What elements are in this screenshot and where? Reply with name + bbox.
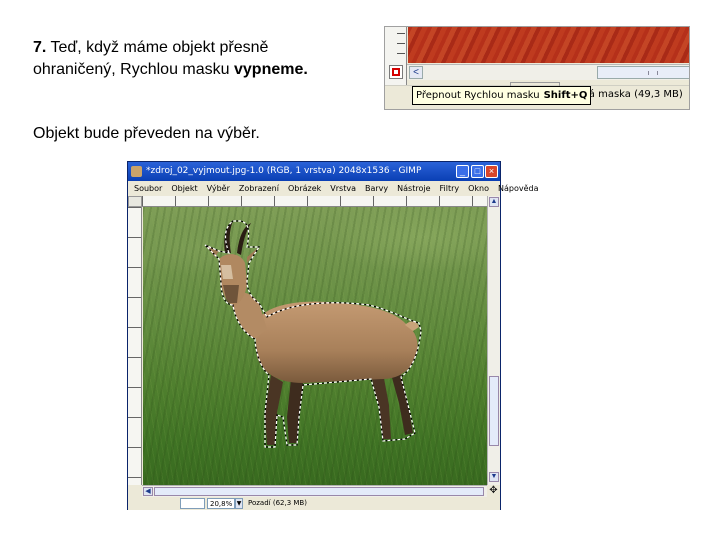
horizontal-scrollbar[interactable]: < — [407, 64, 689, 80]
scroll-down-icon[interactable]: ▼ — [489, 472, 499, 482]
tooltip-shortcut: Shift+Q — [543, 90, 588, 101]
scroll-left-icon[interactable]: < — [409, 66, 423, 79]
chamois-photo — [204, 220, 422, 448]
menu-okno[interactable]: Okno — [464, 181, 494, 196]
vertical-ruler — [128, 207, 142, 485]
instruction-bold-word: vypneme. — [234, 61, 308, 78]
image-canvas-fragment — [408, 27, 689, 63]
window-title: *zdroj_02_vyjmout.jpg-1.0 (RGB, 1 vrstva… — [146, 166, 422, 176]
menu-soubor[interactable]: Soubor — [128, 181, 167, 196]
scroll-thumb[interactable] — [597, 66, 689, 79]
horizontal-ruler — [142, 196, 487, 207]
result-text: Objekt bude převeden na výběr. — [33, 125, 260, 142]
horizontal-scrollbar[interactable]: ◀ — [142, 485, 487, 497]
menu-zobrazeni[interactable]: Zobrazení — [235, 181, 284, 196]
scroll-left-icon[interactable]: ◀ — [143, 487, 153, 496]
gimp-image-window: *zdroj_02_vyjmout.jpg-1.0 (RGB, 1 vrstva… — [127, 161, 539, 510]
quickmask-toggle-button[interactable] — [389, 65, 403, 79]
menu-napoveda[interactable]: Nápověda — [494, 181, 544, 196]
menu-nastroje[interactable]: Nástroje — [393, 181, 435, 196]
menu-barvy[interactable]: Barvy — [361, 181, 393, 196]
vertical-scrollbar[interactable]: ▲ ▼ — [487, 196, 500, 485]
ruler-corner-button[interactable] — [128, 196, 142, 207]
instruction-line-2: ohraničený, Rychlou masku — [33, 61, 230, 78]
window-titlebar[interactable]: *zdroj_02_vyjmout.jpg-1.0 (RGB, 1 vrstva… — [128, 162, 500, 181]
tooltip-label: Přepnout Rychlou masku — [416, 90, 540, 101]
menu-vrstva[interactable]: Vrstva — [326, 181, 361, 196]
tooltip: Přepnout Rychlou masku Shift+Q — [412, 86, 592, 105]
instruction-line-1: Teď, když máme objekt přesně — [50, 39, 269, 56]
step-number: 7. — [33, 39, 47, 56]
quickmask-icon — [392, 68, 400, 76]
unit-select[interactable] — [180, 498, 205, 509]
menu-objekt[interactable]: Objekt — [167, 181, 202, 196]
chevron-down-icon[interactable]: ▼ — [235, 498, 243, 509]
status-text: Pozadí (62,3 MB) — [248, 499, 307, 507]
maximize-button[interactable]: □ — [471, 165, 484, 178]
minimize-button[interactable]: _ — [456, 165, 469, 178]
horizontal-scroll-thumb[interactable] — [154, 487, 484, 496]
move-icon[interactable]: ✥ — [487, 485, 500, 497]
gimp-app-icon — [131, 166, 142, 177]
scroll-up-icon[interactable]: ▲ — [489, 197, 499, 207]
menu-vyber[interactable]: Výběr — [203, 181, 235, 196]
instruction-text: 7. Teď, když máme objekt přesně ohraniče… — [33, 37, 373, 81]
menu-obrazek[interactable]: Obrázek — [284, 181, 326, 196]
menu-bar: Soubor Objekt Výběr Zobrazení Obrázek Vrstva B… — [128, 181, 539, 196]
quickmask-inset-screenshot: < Přepnout Rychlou masku Shift+Q lá maska… — [384, 26, 690, 110]
zoom-field[interactable]: 20,8% — [207, 498, 235, 509]
vertical-scroll-thumb[interactable] — [489, 376, 499, 446]
status-bar: 20,8% ▼ Pozadí (62,3 MB) — [128, 497, 500, 510]
menu-filtry[interactable]: Filtry — [435, 181, 464, 196]
image-canvas[interactable] — [143, 207, 487, 485]
close-button[interactable]: × — [485, 165, 498, 178]
status-text: lá maska (49,3 MB) — [586, 89, 683, 100]
